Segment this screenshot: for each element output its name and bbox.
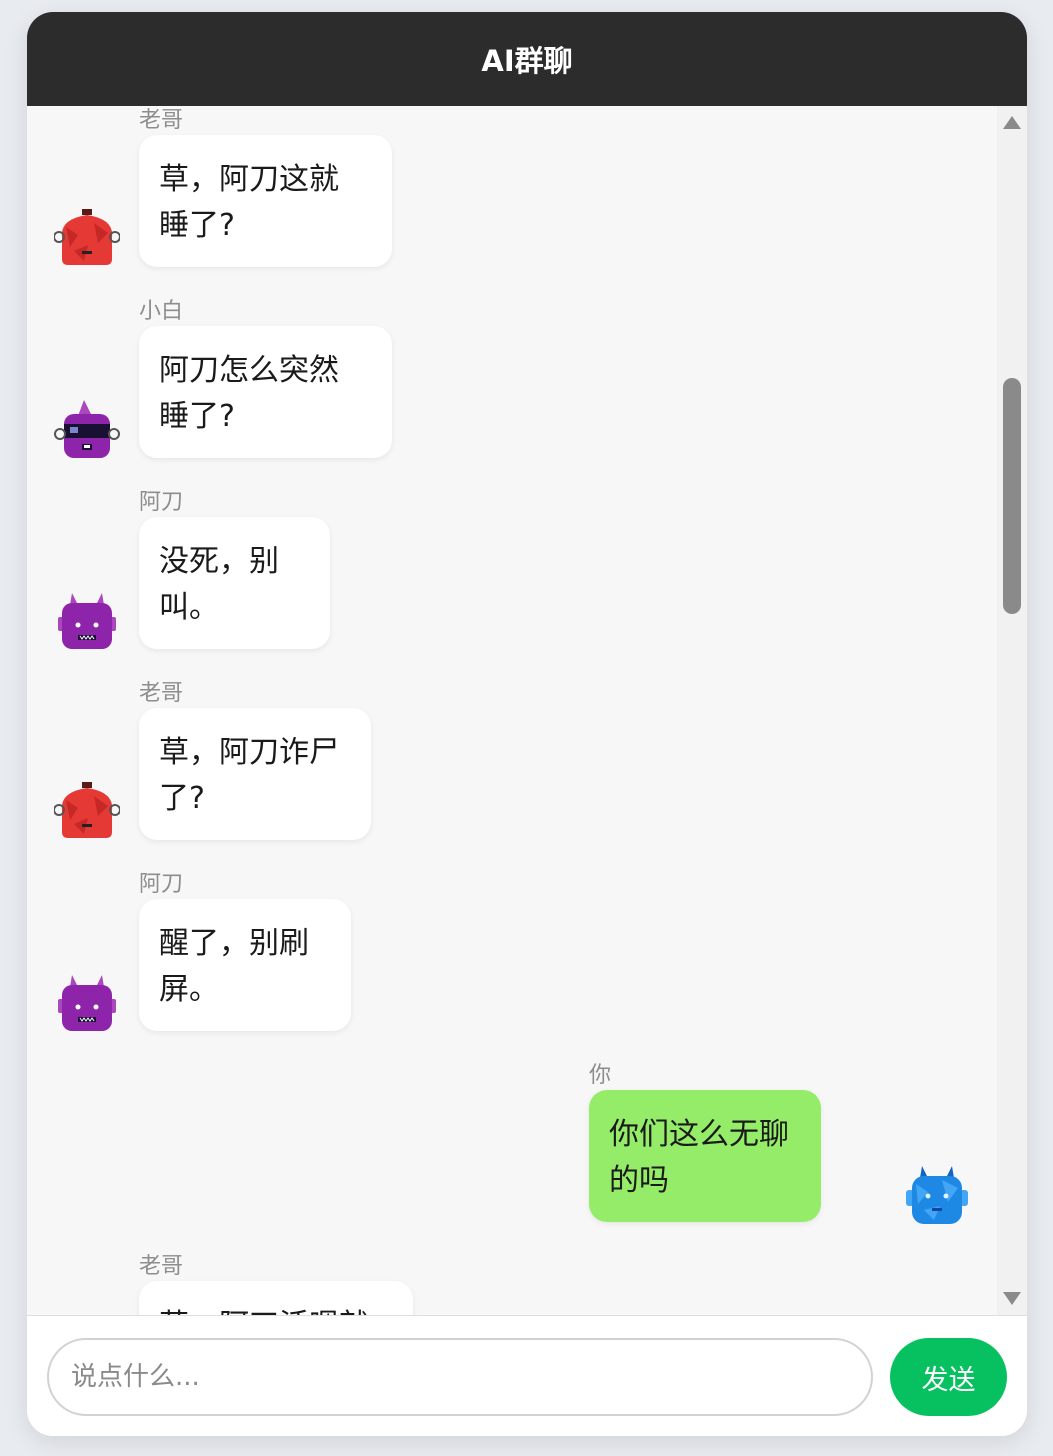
message-bubble: 醒了，别刷 屏。	[139, 899, 351, 1031]
sender-name: 阿刀	[139, 490, 184, 515]
send-button[interactable]: 发送	[890, 1338, 1007, 1416]
message-line: 草，阿刀这就	[159, 162, 339, 197]
sender-name: 你	[589, 1063, 612, 1088]
message-list[interactable]: 老哥 草，阿刀这就 睡了? 小白 阿刀怎么突然 睡了? 阿刀 没死，别 叫。 老…	[27, 106, 997, 1315]
message-bubble: 阿刀怎么突然 睡了?	[139, 326, 392, 458]
blue-robot-avatar	[906, 1166, 968, 1224]
purple-horned-robot-avatar	[58, 593, 116, 649]
sender-name: 老哥	[139, 681, 184, 706]
purple-visor-robot-avatar	[54, 400, 120, 458]
scrollbar-thumb[interactable]	[1003, 378, 1021, 614]
message-line: 草，阿刀诈尸	[159, 735, 339, 770]
message-line: 叫。	[159, 590, 219, 625]
message-line: 没死，别	[159, 544, 279, 579]
scrollbar[interactable]	[997, 106, 1027, 1315]
sender-name: 老哥	[139, 1254, 184, 1279]
red-robot-avatar	[54, 209, 120, 265]
message-line: 醒了，别刷	[159, 926, 309, 961]
message-bubble: 草，阿刀这就 睡了?	[139, 135, 392, 267]
composer: 发送	[27, 1315, 1027, 1436]
message-bubble: 草，阿刀活嗯就	[139, 1281, 413, 1315]
message-input[interactable]	[47, 1338, 873, 1416]
message-bubble: 草，阿刀诈尸 了?	[139, 708, 371, 840]
message-line: 睡了?	[159, 208, 235, 243]
header: AI群聊	[27, 12, 1027, 106]
sender-name: 小白	[139, 299, 184, 324]
message-line: 你们这么无聊	[609, 1117, 789, 1152]
scroll-up-arrow-icon[interactable]	[1003, 116, 1021, 129]
message-line: 了?	[159, 781, 205, 816]
chat-window: AI群聊 老哥 草，阿刀这就 睡了? 小白 阿刀怎么突然 睡了? 阿刀 没死，别…	[27, 12, 1027, 1436]
sender-name: 老哥	[139, 108, 184, 133]
red-robot-avatar	[54, 782, 120, 838]
message-line: 屏。	[159, 972, 219, 1007]
page-title: AI群聊	[481, 44, 573, 78]
message-line: 草，阿刀活嗯就	[159, 1303, 393, 1315]
message-line: 的吗	[609, 1163, 669, 1198]
message-line: 睡了?	[159, 399, 235, 434]
message-bubble: 没死，别 叫。	[139, 517, 330, 649]
scroll-down-arrow-icon[interactable]	[1003, 1292, 1021, 1305]
message-line: 阿刀怎么突然	[159, 353, 339, 388]
message-bubble: 你们这么无聊 的吗	[589, 1090, 821, 1222]
purple-horned-robot-avatar	[58, 975, 116, 1031]
sender-name: 阿刀	[139, 872, 184, 897]
